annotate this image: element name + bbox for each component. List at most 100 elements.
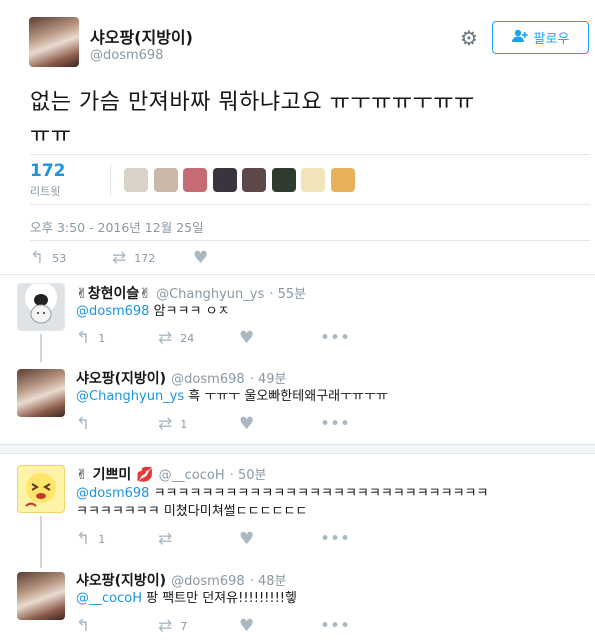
- like-action[interactable]: ♥: [239, 618, 254, 635]
- retweeter-avatar[interactable]: [271, 168, 296, 192]
- heart-icon: ♥: [239, 328, 255, 348]
- mention-link[interactable]: @dosm698: [76, 304, 149, 319]
- retweet-action-count: 172: [134, 252, 156, 265]
- retweet-icon: ⇄: [158, 529, 173, 549]
- more-icon: •••: [320, 414, 351, 434]
- reply-body: 암ㅋㅋㅋ ㅇㅈ: [149, 304, 230, 319]
- more-action[interactable]: •••: [320, 416, 350, 433]
- follow-label: 팔로우: [533, 32, 570, 47]
- reply-icon: ↰: [76, 414, 91, 434]
- reply-header: 샤오팡(지방이) @dosm698 · 49분: [76, 368, 287, 388]
- like-action[interactable]: ♥: [239, 531, 254, 548]
- reply-body: 흑 ㅜㅠㅜ 울오빠한테왜구래ㅜㅠㅜㅠ: [184, 389, 388, 404]
- retweet-action[interactable]: ⇄ 1: [158, 416, 187, 433]
- retweet-count-label: 리트윗: [30, 185, 61, 198]
- like-action[interactable]: ♥: [193, 250, 208, 267]
- retweeter-avatar[interactable]: [153, 168, 178, 192]
- reply-time[interactable]: · 50분: [230, 468, 267, 483]
- reply-body: ㅋㅋㅋㅋㅋㅋㅋㅋㅋㅋㅋㅋㅋㅋㅋㅋㅋㅋㅋㅋㅋㅋㅋㅋㅋㅋㅋㅋ: [149, 486, 489, 501]
- more-action[interactable]: •••: [320, 531, 350, 548]
- reply-time[interactable]: · 48분: [250, 574, 287, 589]
- author-handle[interactable]: @dosm698: [90, 48, 163, 63]
- reply-avatar[interactable]: [17, 369, 65, 417]
- retweet-count: 24: [180, 332, 195, 345]
- tweet-text: 없는 가슴 만져바짜 뭐하냐고요 ㅠㅜㅠㅠㅜㅠㅠ ㅠㅠ: [30, 86, 590, 152]
- tweet-text-line: ㅠㅠ: [30, 123, 72, 148]
- more-icon: •••: [320, 529, 351, 549]
- reply-author-handle[interactable]: @dosm698: [171, 372, 244, 387]
- heart-icon: ♥: [239, 529, 255, 549]
- more-action[interactable]: •••: [320, 330, 350, 347]
- retweeter-avatar[interactable]: [124, 168, 148, 192]
- mention-link[interactable]: @dosm698: [76, 486, 149, 501]
- add-user-icon: [511, 29, 528, 47]
- retweeter-avatar[interactable]: [301, 168, 325, 192]
- author-avatar[interactable]: [29, 17, 79, 67]
- heart-icon: ♥: [239, 414, 255, 434]
- retweet-icon: ⇄: [158, 328, 173, 348]
- reply-body-line2: ㅋㅋㅋㅋㅋㅋㅋ 미쳤다미쳐썰ㄷㄷㄷㄷㄷㄷ: [76, 504, 308, 519]
- reply-avatar[interactable]: [17, 572, 65, 620]
- reply-icon: ↰: [76, 616, 91, 636]
- tweet-timestamp[interactable]: 오후 3:50 - 2016년 12월 25일: [30, 217, 204, 236]
- reply-time[interactable]: · 55분: [269, 287, 306, 302]
- author-display-name[interactable]: 샤오팡(지방이): [90, 24, 193, 48]
- reply-text: @dosm698 ㅋㅋㅋㅋㅋㅋㅋㅋㅋㅋㅋㅋㅋㅋㅋㅋㅋㅋㅋㅋㅋㅋㅋㅋㅋㅋㅋㅋ ㅋㅋ…: [76, 485, 591, 521]
- gear-icon[interactable]: ⚙: [458, 27, 480, 49]
- retweet-icon: ⇄: [158, 414, 173, 434]
- retweet-action[interactable]: ⇄: [158, 531, 172, 548]
- retweeter-avatar[interactable]: [183, 168, 207, 192]
- reply-action[interactable]: ↰: [76, 416, 90, 433]
- reply-author-name[interactable]: ✌창현이슬✌: [76, 286, 151, 302]
- retweeter-avatar[interactable]: [242, 168, 266, 192]
- reply-action[interactable]: ↰ 1: [76, 531, 105, 548]
- retweet-icon: ⇄: [158, 616, 173, 636]
- reply-author-name[interactable]: ✌ 기쁘미 💋: [76, 467, 154, 483]
- mention-link[interactable]: @__cocoH: [76, 591, 142, 606]
- reply-text: @Changhyun_ys 흑 ㅜㅠㅜ 울오빠한테왜구래ㅜㅠㅜㅠ: [76, 388, 388, 406]
- reply-author-handle[interactable]: @Changhyun_ys: [156, 287, 264, 302]
- reply-text: @__cocoH 팡 팩트만 던져유!!!!!!!!!헿: [76, 590, 297, 608]
- retweet-count[interactable]: 172: [30, 161, 66, 181]
- reply-author-handle[interactable]: @dosm698: [171, 574, 244, 589]
- thread-line: [40, 516, 42, 568]
- reply-count: 53: [52, 252, 67, 265]
- like-action[interactable]: ♥: [239, 416, 254, 433]
- divider: [0, 274, 595, 275]
- reply-count: 1: [98, 332, 106, 345]
- reply-action[interactable]: ↰ 53: [30, 250, 66, 267]
- reply-icon: ↰: [30, 248, 45, 268]
- reply-header: 샤오팡(지방이) @dosm698 · 48분: [76, 570, 287, 590]
- reply-author-name[interactable]: 샤오팡(지방이): [76, 573, 166, 589]
- heart-icon: ♥: [239, 616, 255, 636]
- reply-header: ✌창현이슬✌ @Changhyun_ys · 55분: [76, 283, 306, 303]
- reply-author-handle[interactable]: @__cocoH: [159, 468, 225, 483]
- retweet-count: 1: [180, 418, 188, 431]
- reply-author-name[interactable]: 샤오팡(지방이): [76, 371, 166, 387]
- divider: [30, 154, 590, 155]
- reply-avatar[interactable]: [17, 283, 65, 331]
- reply-icon: ↰: [76, 529, 91, 549]
- retweet-action[interactable]: ⇄ 24: [158, 330, 194, 347]
- tweet-text-line: 없는 가슴 만져바짜 뭐하냐고요 ㅠㅜㅠㅠㅜㅠㅠ: [30, 90, 475, 115]
- thread-line: [40, 334, 42, 362]
- divider: [30, 240, 590, 241]
- reply-header: ✌ 기쁘미 💋 @__cocoH · 50분: [76, 464, 267, 484]
- retweeter-avatar[interactable]: [212, 168, 237, 192]
- more-icon: •••: [320, 328, 351, 348]
- more-icon: •••: [320, 616, 351, 636]
- retweet-action[interactable]: ⇄ 172: [112, 250, 155, 267]
- like-action[interactable]: ♥: [239, 330, 254, 347]
- reply-action[interactable]: ↰: [76, 618, 90, 635]
- reply-icon: ↰: [76, 328, 91, 348]
- retweet-action[interactable]: ⇄ 7: [158, 618, 187, 635]
- reply-text: @dosm698 암ㅋㅋㅋ ㅇㅈ: [76, 303, 230, 321]
- retweeter-avatar[interactable]: [330, 168, 355, 192]
- reply-avatar[interactable]: [17, 465, 65, 513]
- reply-time[interactable]: · 49분: [250, 372, 287, 387]
- retweet-icon: ⇄: [112, 248, 127, 268]
- more-action[interactable]: •••: [320, 618, 350, 635]
- mention-link[interactable]: @Changhyun_ys: [76, 389, 184, 404]
- follow-button[interactable]: 팔로우: [492, 21, 589, 54]
- reply-action[interactable]: ↰ 1: [76, 330, 105, 347]
